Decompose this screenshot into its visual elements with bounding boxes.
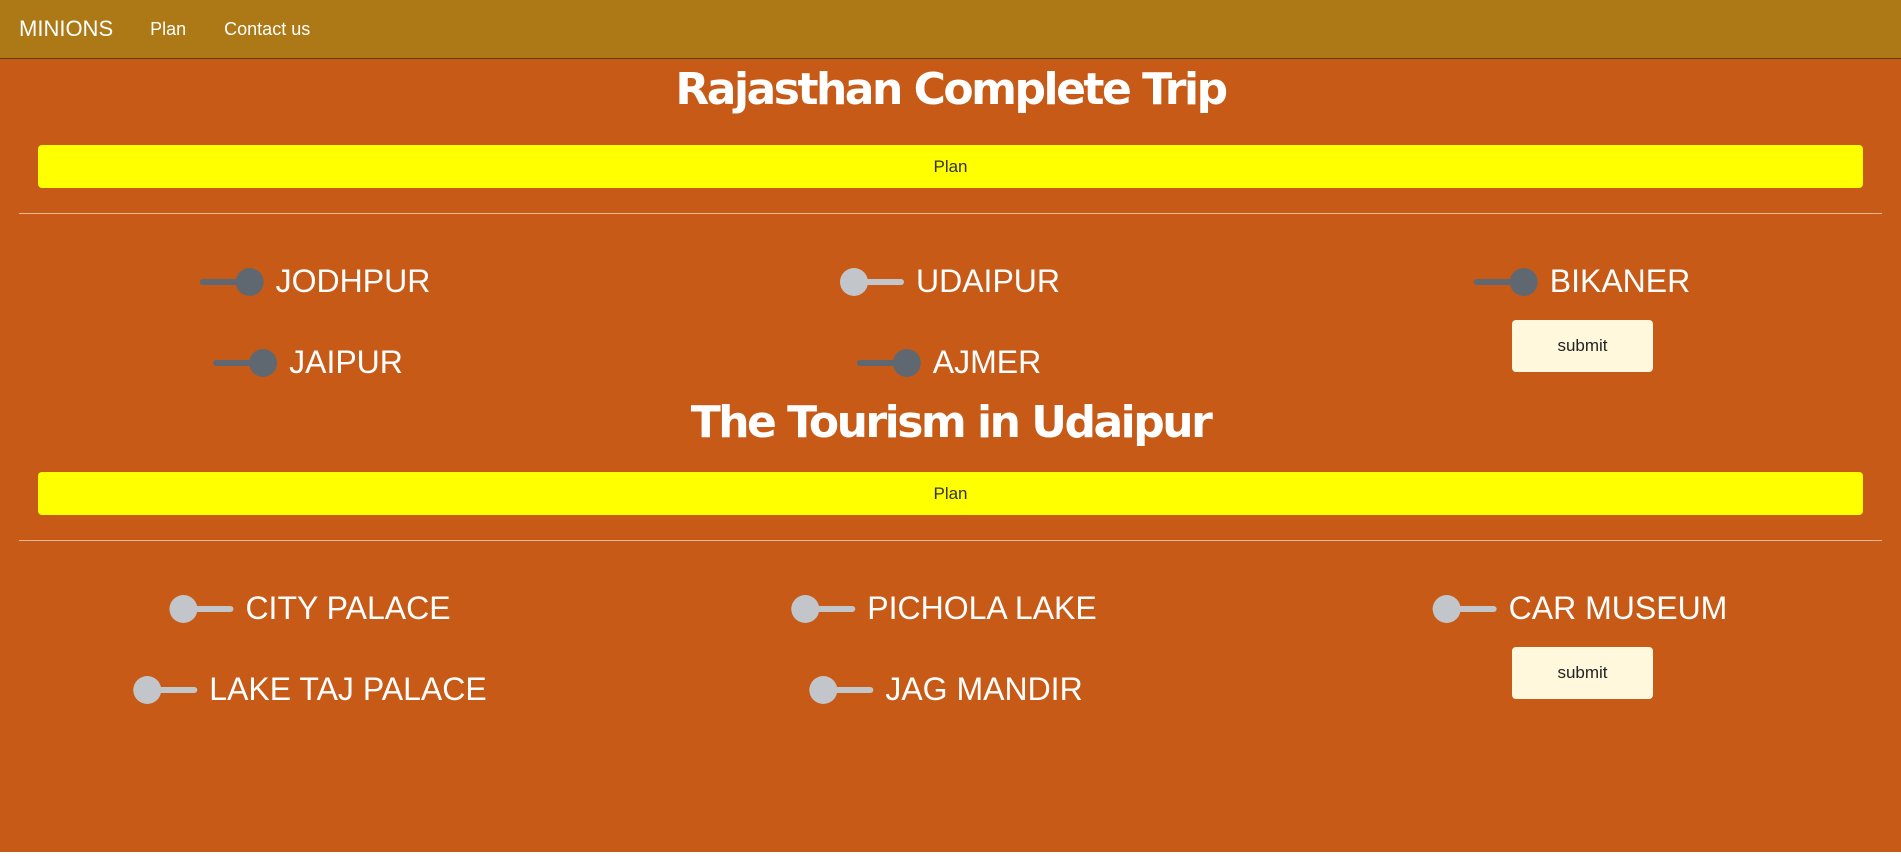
plan-button[interactable]: Plan xyxy=(38,145,1863,188)
toggle-knob xyxy=(249,348,278,377)
option-label: BIKANER xyxy=(1549,263,1691,299)
toggle-city-palace[interactable] xyxy=(169,594,234,624)
section-title: The Tourism in Udaipur xyxy=(690,397,1213,448)
section-udaipur-tourism: The Tourism in Udaipur Plan CITY PALACE … xyxy=(0,392,1901,721)
toggle-jaipur[interactable] xyxy=(213,348,278,378)
navbar: MINIONS Plan Contact us xyxy=(0,0,1901,59)
option-bikaner: BIKANER xyxy=(1473,263,1691,300)
option-label: AJMER xyxy=(932,344,1042,380)
section-rajasthan-trip: Rajasthan Complete Trip Plan JODHPUR UDA… xyxy=(0,59,1901,394)
brand-logo[interactable]: MINIONS xyxy=(19,16,113,42)
toggle-knob xyxy=(839,267,868,296)
option-lake-taj-palace: LAKE TAJ PALACE xyxy=(133,671,487,708)
option-jag-mandir: JAG MANDIR xyxy=(809,671,1083,708)
toggle-udaipur[interactable] xyxy=(839,267,904,297)
option-city-palace: CITY PALACE xyxy=(169,590,451,627)
toggle-pichola-lake[interactable] xyxy=(791,594,856,624)
toggle-knob xyxy=(169,594,198,623)
submit-button[interactable]: submit xyxy=(1512,647,1653,699)
toggle-knob xyxy=(1509,267,1538,296)
toggle-car-museum[interactable] xyxy=(1432,594,1497,624)
option-label: JAG MANDIR xyxy=(885,671,1083,707)
option-ajmer: AJMER xyxy=(856,344,1042,381)
toggle-knob xyxy=(809,675,838,704)
option-udaipur: UDAIPUR xyxy=(839,263,1061,300)
option-label: LAKE TAJ PALACE xyxy=(209,671,487,707)
option-label: UDAIPUR xyxy=(915,263,1061,299)
toggle-ajmer[interactable] xyxy=(856,348,921,378)
page: MINIONS Plan Contact us Rajasthan Comple… xyxy=(0,0,1901,852)
options-grid: CITY PALACE PICHOLA LAKE CAR MUSEUM LAKE… xyxy=(0,541,1901,721)
toggle-knob xyxy=(235,267,264,296)
option-label: CITY PALACE xyxy=(245,590,451,626)
option-label: JAIPUR xyxy=(289,344,403,380)
toggle-knob xyxy=(892,348,921,377)
option-car-museum: CAR MUSEUM xyxy=(1432,590,1728,627)
option-label: CAR MUSEUM xyxy=(1508,590,1728,626)
plan-button[interactable]: Plan xyxy=(38,472,1863,515)
toggle-knob xyxy=(791,594,820,623)
nav-link-plan[interactable]: Plan xyxy=(150,19,186,40)
toggle-jodhpur[interactable] xyxy=(199,267,264,297)
option-jaipur: JAIPUR xyxy=(213,344,403,381)
option-jodhpur: JODHPUR xyxy=(199,263,431,300)
options-grid: JODHPUR UDAIPUR BIKANER JAIPUR AJMER sub… xyxy=(0,214,1901,394)
toggle-bikaner[interactable] xyxy=(1473,267,1538,297)
submit-button[interactable]: submit xyxy=(1512,320,1653,372)
toggle-lake-taj-palace[interactable] xyxy=(133,675,198,705)
nav-link-contact[interactable]: Contact us xyxy=(224,19,310,40)
option-pichola-lake: PICHOLA LAKE xyxy=(791,590,1097,627)
toggle-knob xyxy=(133,675,162,704)
section-title: Rajasthan Complete Trip xyxy=(675,64,1228,115)
option-label: JODHPUR xyxy=(275,263,431,299)
toggle-jag-mandir[interactable] xyxy=(809,675,874,705)
option-label: PICHOLA LAKE xyxy=(867,590,1097,626)
toggle-knob xyxy=(1432,594,1461,623)
